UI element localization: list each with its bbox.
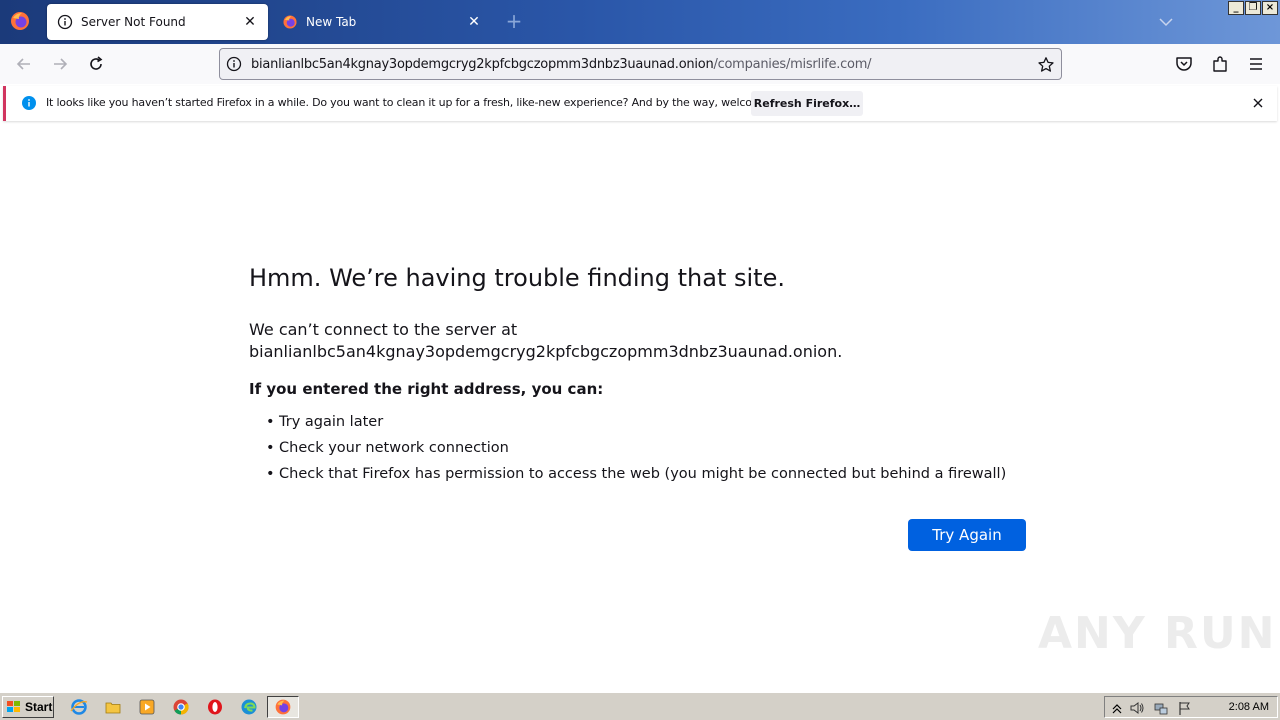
url-path: /companies/misrlife.com/ — [713, 57, 872, 72]
minimize-button[interactable]: _ — [1228, 1, 1244, 15]
taskbar: Start 2:08 AM — [0, 692, 1280, 720]
notification-bar: It looks like you haven’t started Firefo… — [3, 86, 1277, 121]
address-bar[interactable]: bianlianlbc5an4kgnay3opdemgcryg2kpfcbgcz… — [219, 48, 1062, 80]
tab-label: New Tab — [306, 15, 357, 29]
refresh-firefox-button[interactable]: Refresh Firefox… — [751, 91, 863, 116]
error-hostname: bianlianlbc5an4kgnay3opdemgcryg2kpfcbgcz… — [249, 342, 843, 361]
windows-logo-icon — [7, 701, 20, 712]
page-title: Hmm. We’re having trouble finding that s… — [249, 264, 785, 292]
taskbar-firefox-button[interactable] — [267, 696, 299, 718]
reload-icon[interactable] — [86, 54, 106, 74]
error-page: Hmm. We’re having trouble finding that s… — [0, 124, 1280, 692]
watermark: ANY RUN — [1038, 608, 1277, 659]
chevron-up-icon[interactable] — [1109, 700, 1125, 716]
flag-icon[interactable] — [1177, 700, 1193, 716]
close-icon[interactable]: ✕ — [242, 14, 258, 30]
chevron-down-icon[interactable] — [1158, 14, 1174, 30]
close-icon[interactable]: ✕ — [466, 14, 482, 30]
try-again-button[interactable]: Try Again — [908, 519, 1026, 551]
restore-button[interactable]: ❐ — [1245, 1, 1261, 15]
notification-text: It looks like you haven’t started Firefo… — [46, 96, 802, 109]
firefox-icon — [283, 15, 297, 29]
tab-new-tab[interactable]: New Tab ✕ — [272, 4, 492, 40]
start-button[interactable]: Start — [2, 696, 54, 718]
tab-server-not-found[interactable]: Server Not Found ✕ — [47, 4, 268, 40]
edge-icon[interactable] — [240, 698, 258, 716]
new-tab-button[interactable]: + — [504, 11, 524, 32]
pocket-icon[interactable] — [1174, 54, 1194, 74]
info-icon — [57, 14, 73, 30]
close-icon[interactable] — [1251, 96, 1265, 110]
network-icon[interactable] — [1153, 700, 1169, 716]
menu-icon[interactable] — [1246, 54, 1266, 74]
system-tray: 2:08 AM — [1104, 696, 1278, 718]
window-close-button[interactable]: × — [1262, 1, 1278, 15]
tab-label: Server Not Found — [81, 15, 186, 29]
firefox-icon — [275, 699, 291, 715]
opera-icon[interactable] — [206, 698, 224, 716]
firefox-icon[interactable] — [9, 10, 31, 32]
tab-strip: Server Not Found ✕ New Tab ✕ + _ ❐ × — [0, 0, 1280, 44]
info-icon — [22, 96, 36, 110]
suggestions-list: Try again later Check your network conne… — [266, 412, 1006, 490]
chrome-icon[interactable] — [172, 698, 190, 716]
extensions-icon[interactable] — [1210, 54, 1230, 74]
media-player-icon[interactable] — [138, 698, 156, 716]
info-icon[interactable] — [226, 56, 242, 72]
suggestions-heading: If you entered the right address, you ca… — [249, 380, 604, 398]
start-label: Start — [25, 700, 53, 714]
list-item: Check that Firefox has permission to acc… — [266, 464, 1006, 490]
clock[interactable]: 2:08 AM — [1229, 701, 1269, 713]
internet-explorer-icon[interactable] — [70, 698, 88, 716]
star-icon[interactable] — [1037, 56, 1055, 74]
forward-icon[interactable] — [50, 54, 70, 74]
list-item: Try again later — [266, 412, 1006, 438]
folder-icon[interactable] — [104, 698, 122, 716]
error-message: We can’t connect to the server at — [249, 320, 518, 339]
speaker-icon[interactable] — [1129, 700, 1145, 716]
url-text[interactable]: bianlianlbc5an4kgnay3opdemgcryg2kpfcbgcz… — [251, 57, 872, 72]
list-item: Check your network connection — [266, 438, 1006, 464]
navigation-toolbar: bianlianlbc5an4kgnay3opdemgcryg2kpfcbgcz… — [0, 44, 1280, 84]
url-host: bianlianlbc5an4kgnay3opdemgcryg2kpfcbgcz… — [251, 57, 714, 72]
back-icon[interactable] — [14, 54, 34, 74]
